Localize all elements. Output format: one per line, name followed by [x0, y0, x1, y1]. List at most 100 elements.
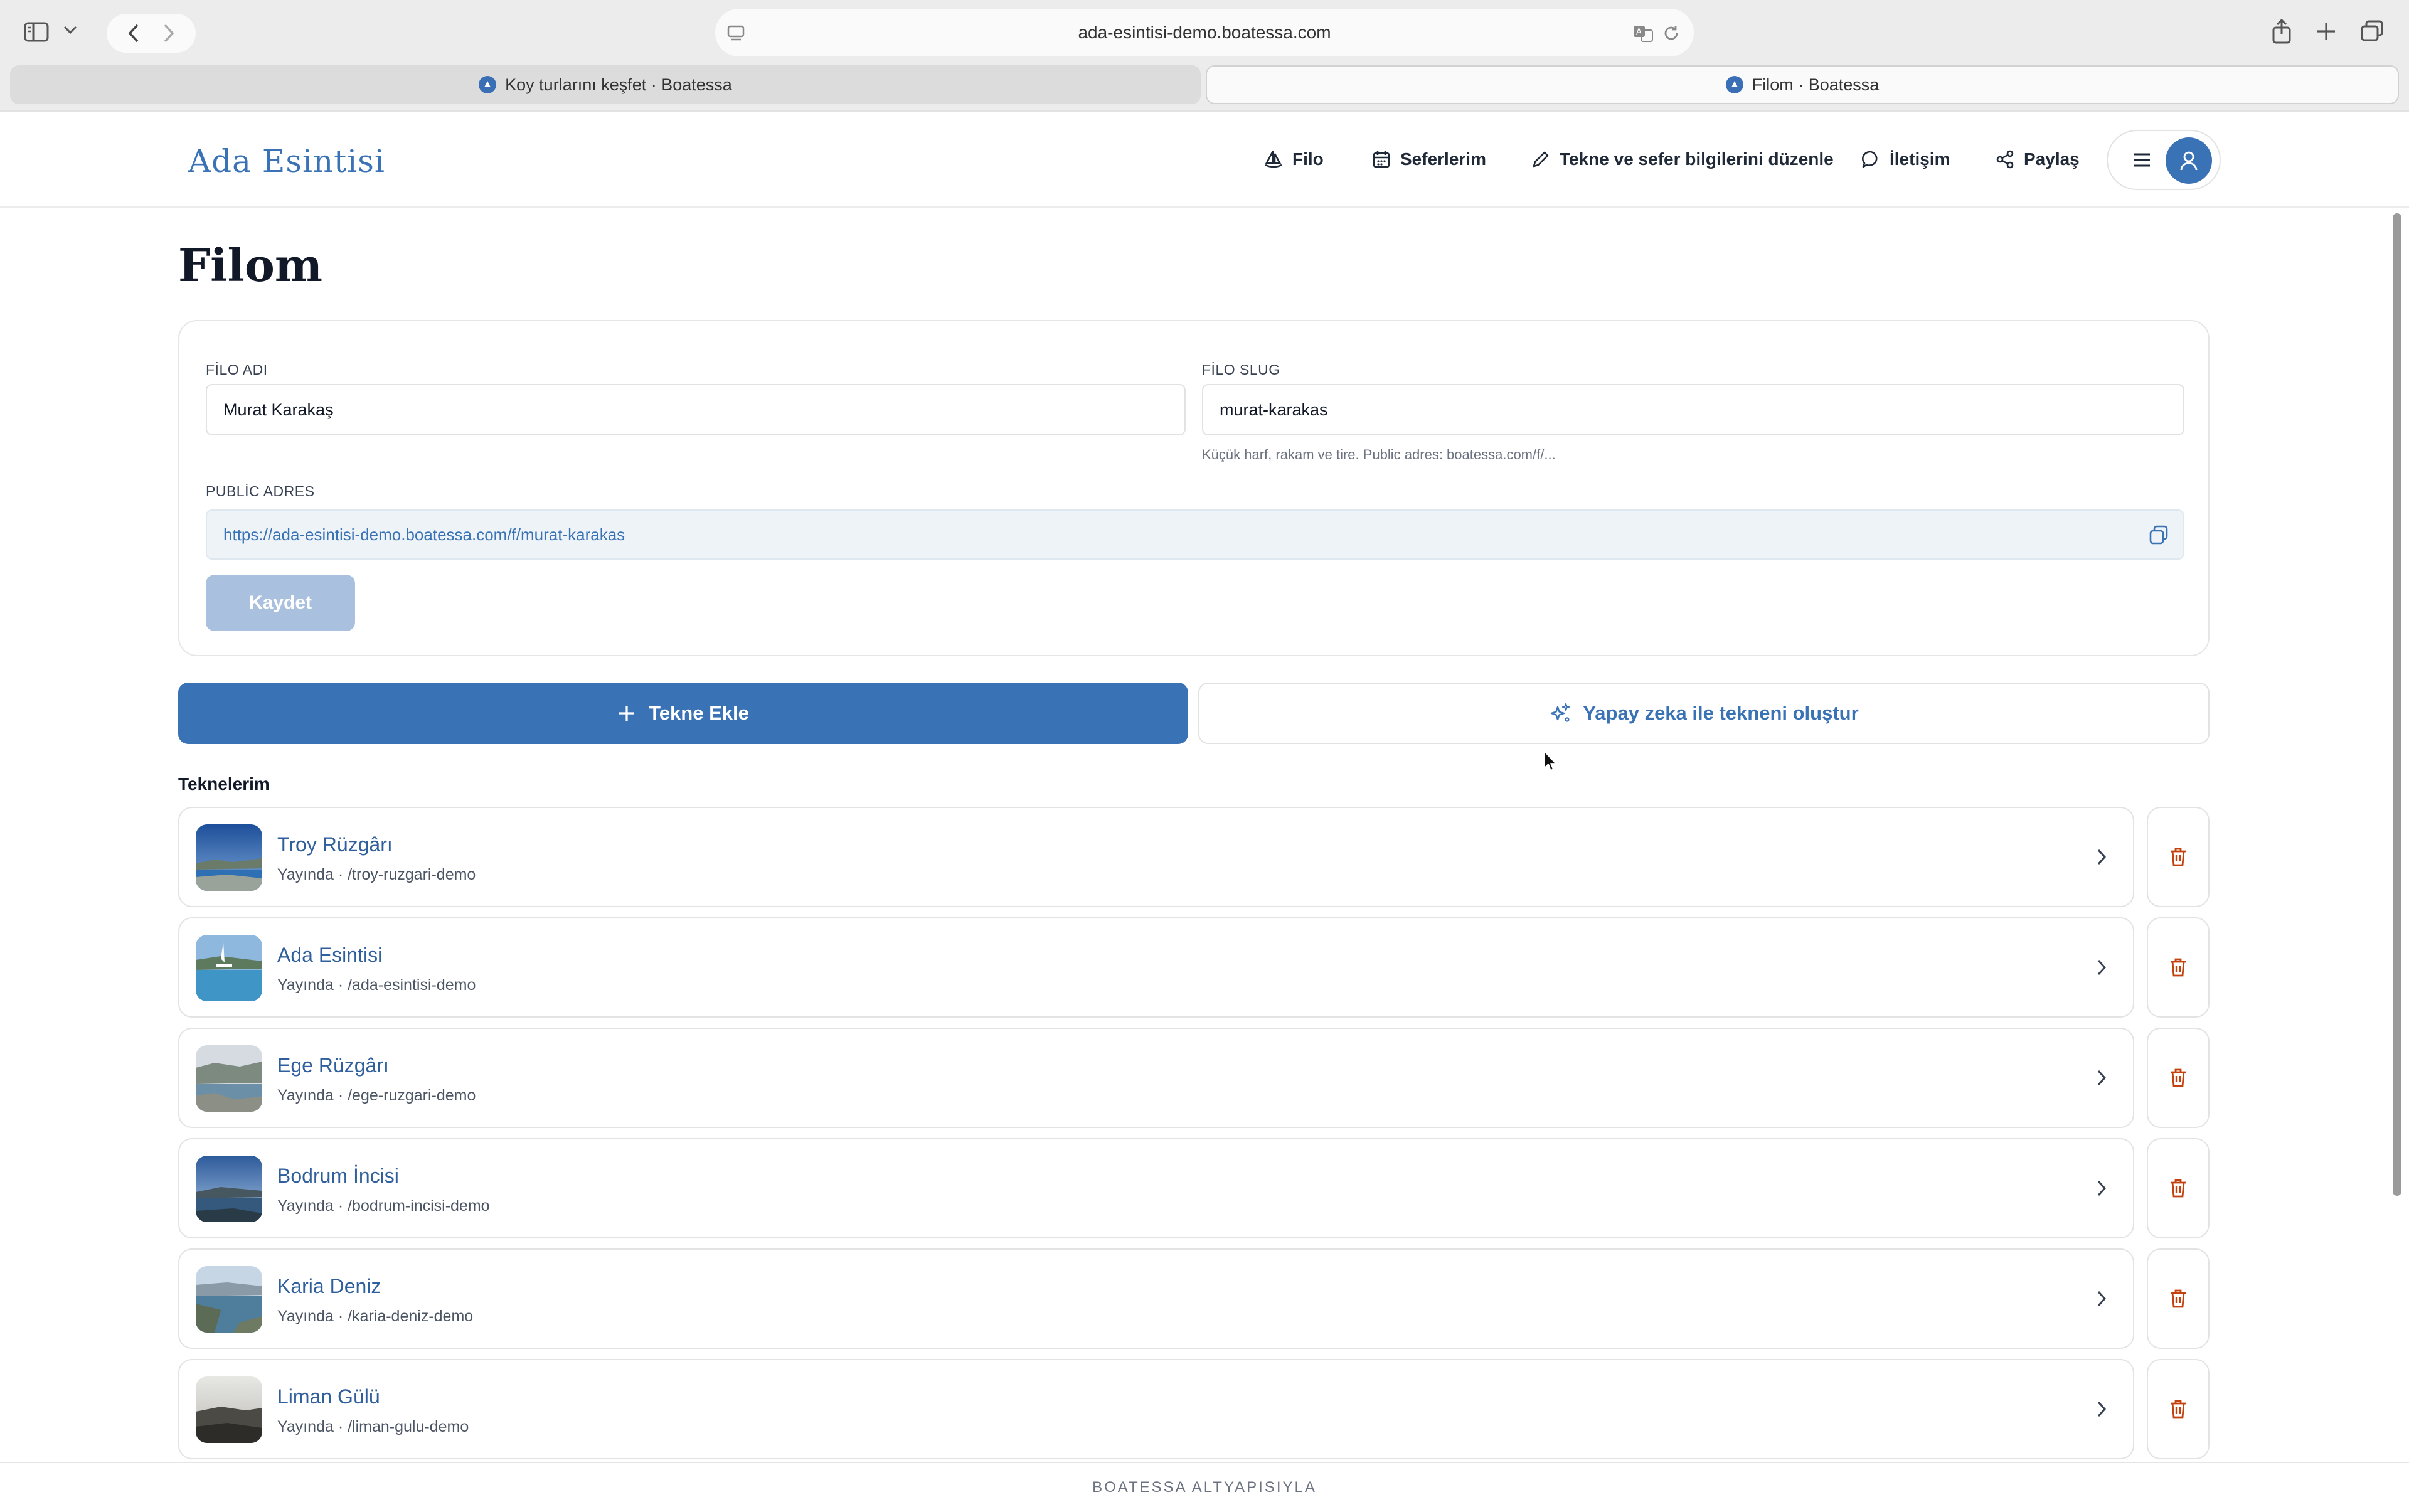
nav-duzenle[interactable]: Tekne ve sefer bilgilerini düzenle: [1531, 149, 1834, 169]
list-item: Bodrum İncisi Yayında · /bodrum-incisi-d…: [178, 1138, 2210, 1238]
boats-section-title: Teknelerim: [178, 774, 270, 794]
delete-boat-button[interactable]: [2147, 1028, 2210, 1128]
fleet-settings-card: FİLO ADI Murat Karakaş FİLO SLUG murat-k…: [178, 320, 2210, 656]
chevron-right-icon: [2095, 957, 2108, 977]
chat-bubble-icon: [1861, 149, 1881, 169]
calendar-icon: [1371, 149, 1391, 169]
public-address-label: PUBLİC ADRES: [206, 483, 315, 499]
boat-name: Ege Rüzgârı: [277, 1054, 389, 1077]
list-item: Karia Deniz Yayında · /karia-deniz-demo: [178, 1248, 2210, 1349]
sidebar-toggle-icon[interactable]: [24, 21, 49, 43]
delete-boat-button[interactable]: [2147, 917, 2210, 1018]
fleet-slug-input[interactable]: murat-karakas: [1202, 384, 2184, 435]
chevron-right-icon: [2095, 1289, 2108, 1309]
nav-paylas[interactable]: Paylaş: [1995, 149, 2080, 169]
translate-icon[interactable]: A: [1632, 24, 1654, 43]
delete-boat-button[interactable]: [2147, 1248, 2210, 1349]
browser-chrome: ada-esintisi-demo.boatessa.com A Koy tur…: [0, 0, 2409, 110]
trash-icon: [2169, 957, 2188, 978]
trash-icon: [2169, 1398, 2188, 1420]
plus-icon: [617, 704, 636, 723]
tab-filom[interactable]: Filom · Boatessa: [1206, 65, 2399, 104]
boat-status: Yayında · /ege-ruzgari-demo: [277, 1087, 476, 1104]
reload-icon[interactable]: [1662, 24, 1680, 43]
chevron-right-icon: [2095, 847, 2108, 867]
brand-logo[interactable]: Ada Esintisi: [188, 143, 385, 179]
hamburger-menu-icon: [2132, 151, 2152, 169]
pencil-icon: [1531, 149, 1551, 169]
boatessa-favicon-icon: [1725, 76, 1743, 93]
sailboat-icon: [1263, 149, 1284, 169]
new-tab-icon[interactable]: [2316, 21, 2336, 41]
list-item: Ada Esintisi Yayında · /ada-esintisi-dem…: [178, 917, 2210, 1018]
ai-create-boat-button[interactable]: Yapay zeka ile tekneni oluştur: [1198, 683, 2210, 744]
nav-seferlerim-label: Seferlerim: [1400, 149, 1486, 169]
boat-thumbnail: [196, 1376, 262, 1443]
boat-row-link[interactable]: Ege Rüzgârı Yayında · /ege-ruzgari-demo: [178, 1028, 2134, 1128]
site-header: Ada Esintisi Filo Seferlerim Tekne ve se…: [0, 110, 2409, 208]
nav-iletisim-label: İletişim: [1890, 149, 1950, 169]
chevron-right-icon: [2095, 1178, 2108, 1198]
chevron-right-icon: [2095, 1068, 2108, 1088]
nav-seferlerim[interactable]: Seferlerim: [1371, 149, 1486, 169]
boat-thumbnail: [196, 824, 262, 891]
share-icon[interactable]: [2271, 19, 2292, 44]
footer-text: BOATESSA ALTYAPISIYLA: [1092, 1479, 1317, 1496]
slug-hint: Küçük harf, rakam ve tire. Public adres:…: [1202, 447, 1556, 462]
boat-row-link[interactable]: Bodrum İncisi Yayında · /bodrum-incisi-d…: [178, 1138, 2134, 1238]
boat-thumbnail: [196, 1266, 262, 1333]
trash-icon: [2169, 1178, 2188, 1199]
trash-icon: [2169, 846, 2188, 868]
forward-arrow-icon[interactable]: [162, 23, 175, 43]
boat-status: Yayında · /liman-gulu-demo: [277, 1418, 469, 1435]
page-settings-icon[interactable]: [726, 24, 745, 43]
boat-name: Liman Gülü: [277, 1385, 380, 1408]
boat-status: Yayında · /ada-esintisi-demo: [277, 976, 476, 994]
chevron-right-icon: [2095, 1399, 2108, 1419]
fleet-name-input[interactable]: Murat Karakaş: [206, 384, 1186, 435]
boatessa-favicon-icon: [479, 76, 497, 93]
boat-name: Ada Esintisi: [277, 944, 383, 966]
nav-iletisim[interactable]: İletişim: [1861, 149, 1950, 169]
list-item: Troy Rüzgârı Yayında · /troy-ruzgari-dem…: [178, 807, 2210, 907]
tab-koy-turlari[interactable]: Koy turlarını keşfet · Boatessa: [10, 65, 1201, 104]
tab-title: Filom · Boatessa: [1752, 75, 1880, 94]
delete-boat-button[interactable]: [2147, 1138, 2210, 1238]
list-item: Liman Gülü Yayında · /liman-gulu-demo: [178, 1359, 2210, 1459]
trash-icon: [2169, 1067, 2188, 1089]
boat-name: Bodrum İncisi: [277, 1164, 399, 1187]
delete-boat-button[interactable]: [2147, 1359, 2210, 1459]
tab-overview-icon[interactable]: [2360, 20, 2384, 43]
chevron-down-icon[interactable]: [63, 25, 78, 35]
nav-filo-label: Filo: [1292, 149, 1324, 169]
tab-bar: Koy turlarını keşfet · Boatessa Filom · …: [10, 65, 2399, 104]
history-nav: [107, 14, 196, 53]
fleet-slug-label: FİLO SLUG: [1202, 361, 1280, 378]
boat-row-link[interactable]: Ada Esintisi Yayında · /ada-esintisi-dem…: [178, 917, 2134, 1018]
boat-thumbnail: [196, 935, 262, 1001]
boat-status: Yayında · /karia-deniz-demo: [277, 1307, 474, 1325]
boat-row-link[interactable]: Liman Gülü Yayında · /liman-gulu-demo: [178, 1359, 2134, 1459]
add-boat-button[interactable]: Tekne Ekle: [178, 683, 1188, 744]
public-address-field: https://ada-esintisi-demo.boatessa.com/f…: [206, 509, 2184, 560]
boat-thumbnail: [196, 1045, 262, 1112]
page-scrollbar[interactable]: [2393, 213, 2401, 1196]
boat-row-link[interactable]: Karia Deniz Yayında · /karia-deniz-demo: [178, 1248, 2134, 1349]
copy-icon[interactable]: [2148, 524, 2169, 546]
account-menu-button[interactable]: [2107, 130, 2221, 190]
ai-create-label: Yapay zeka ile tekneni oluştur: [1583, 702, 1859, 724]
public-address-url[interactable]: https://ada-esintisi-demo.boatessa.com/f…: [223, 525, 625, 545]
back-arrow-icon[interactable]: [127, 23, 140, 43]
nav-paylas-label: Paylaş: [2024, 149, 2080, 169]
footer: BOATESSA ALTYAPISIYLA: [0, 1462, 2409, 1512]
delete-boat-button[interactable]: [2147, 807, 2210, 907]
user-avatar-icon: [2166, 137, 2212, 184]
boat-name: Troy Rüzgârı: [277, 833, 393, 856]
mouse-cursor-icon: [1543, 750, 1558, 773]
boat-thumbnail: [196, 1156, 262, 1222]
nav-filo[interactable]: Filo: [1263, 149, 1324, 169]
boat-row-link[interactable]: Troy Rüzgârı Yayında · /troy-ruzgari-dem…: [178, 807, 2134, 907]
address-bar[interactable]: ada-esintisi-demo.boatessa.com A: [715, 9, 1694, 56]
boat-name: Karia Deniz: [277, 1275, 381, 1297]
save-button[interactable]: Kaydet: [206, 575, 355, 631]
